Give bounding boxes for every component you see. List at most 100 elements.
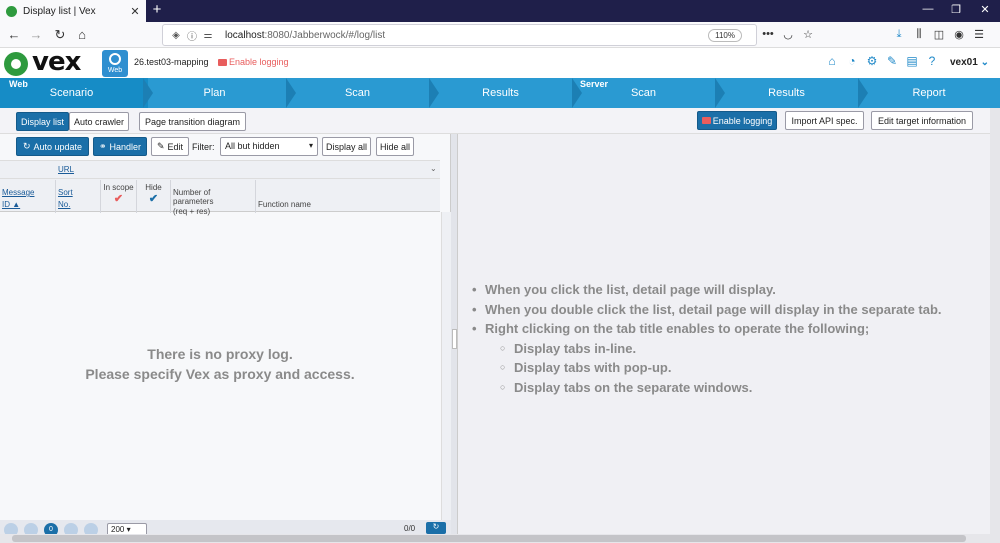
log-list-pane: ↻ Auto update ⚭ Handler ✎ Edit Filter: All …	[0, 134, 451, 537]
home-icon[interactable]: ⌂	[72, 25, 92, 45]
filter-select[interactable]: All but hidden ▾	[220, 137, 318, 156]
new-tab-icon[interactable]: +	[150, 1, 164, 18]
link-icon: ⚭	[98, 141, 107, 151]
refresh-icon[interactable]: ↻	[426, 522, 446, 534]
bookmark-star-icon[interactable]: ☆	[798, 24, 818, 44]
step-results-server[interactable]: Results	[715, 78, 858, 108]
pane-splitter[interactable]	[451, 134, 458, 534]
wrench-icon[interactable]: ✎	[882, 54, 902, 68]
record-count: 0/0	[404, 524, 416, 533]
reload-icon[interactable]: ↻	[50, 25, 70, 45]
close-icon[interactable]: ✕	[128, 5, 142, 18]
display-list-tab[interactable]: Display list	[16, 112, 69, 131]
sub-hint-item: Display tabs with pop-up.	[472, 358, 942, 378]
step-scan-web[interactable]: Scan	[286, 78, 429, 108]
page-vertical-scrollbar[interactable]	[990, 108, 1000, 534]
library-icon[interactable]: ⫼	[909, 24, 929, 44]
page-actions-icon[interactable]: •••	[758, 24, 778, 44]
window-close-icon[interactable]: ✕	[975, 3, 995, 16]
step-plan[interactable]: Plan	[143, 78, 286, 108]
url-text: localhost:8080/Jabberwock/#/log/list	[225, 29, 386, 41]
step-scenario[interactable]: Scenario	[0, 78, 143, 108]
pager: 0 200 ▾ 0/0 ↻	[0, 520, 451, 537]
splitter-handle[interactable]	[452, 329, 457, 349]
book-icon[interactable]: ▤	[902, 54, 922, 68]
page-transition-diagram-tab[interactable]: Page transition diagram	[139, 112, 246, 131]
dashboard-icon[interactable]: ◔	[842, 54, 862, 68]
shield-icon[interactable]: ◈	[169, 30, 183, 41]
hint-item: Right clicking on the tab title enables …	[472, 319, 942, 339]
minimize-icon[interactable]: —	[918, 3, 938, 15]
display-all-button[interactable]: Display all	[322, 137, 371, 156]
browser-tab-strip: Display list | Vex ✕ + — ❐ ✕	[0, 0, 1000, 22]
chevron-down-icon[interactable]: ⌄	[430, 164, 437, 173]
in-scope-column-header[interactable]: In scope ✔	[101, 180, 137, 213]
user-menu[interactable]: vex01 ⌄	[950, 57, 989, 68]
sub-hint-item: Display tabs in-line.	[472, 339, 942, 359]
browser-tab[interactable]: Display list | Vex ✕	[0, 0, 146, 22]
home-icon[interactable]: ⌂	[822, 54, 842, 68]
download-icon[interactable]: ⤓	[889, 24, 909, 44]
chevron-down-icon: ▾	[308, 141, 313, 150]
hint-item: When you double click the list, detail p…	[472, 300, 942, 320]
web-mode-badge[interactable]: Web	[102, 50, 128, 77]
list-scrollbar[interactable]	[441, 212, 451, 520]
web-badge-label: Web	[107, 67, 123, 74]
main-toolbar: Display list Auto crawler Page transitio…	[0, 108, 1000, 134]
camera-icon	[218, 58, 227, 66]
sub-hints-wrapper: Display tabs in-line. Display tabs with …	[472, 339, 942, 398]
url-header-row: URL ⌄	[0, 161, 440, 179]
edit-target-info-button[interactable]: Edit target information	[871, 111, 973, 130]
back-icon[interactable]: ←	[4, 25, 24, 45]
empty-log-message: There is no proxy log. Please specify Ve…	[85, 346, 355, 382]
header-enable-logging[interactable]: Enable logging	[218, 57, 289, 67]
auto-crawler-tab[interactable]: Auto crawler	[69, 112, 129, 131]
chevron-down-icon: ▾	[126, 525, 131, 534]
logo-text: vex	[32, 47, 81, 77]
import-api-spec-button[interactable]: Import API spec.	[785, 111, 864, 130]
hide-column-header[interactable]: Hide ✔	[137, 180, 171, 213]
step-report[interactable]: Report	[858, 78, 1000, 108]
step-results-web[interactable]: Results	[429, 78, 572, 108]
hint-item: When you click the list, detail page wil…	[472, 280, 942, 300]
zoom-level[interactable]: 110%	[708, 29, 742, 42]
auto-update-button[interactable]: ↻ Auto update	[16, 137, 89, 156]
hide-all-button[interactable]: Hide all	[376, 137, 414, 156]
num-params-column-header: Number of parameters (req + res)	[171, 180, 256, 216]
menu-icon[interactable]: ☰	[969, 24, 989, 44]
restore-icon[interactable]: ❐	[946, 3, 966, 16]
check-icon[interactable]: ✔	[139, 192, 168, 205]
detail-pane: When you click the list, detail page wil…	[458, 134, 990, 534]
account-icon[interactable]: ◉	[949, 24, 969, 44]
help-icon[interactable]: ?	[922, 54, 942, 68]
url-bar[interactable]: ◈ ⓘ ⚌ localhost:8080/Jabberwock/#/log/li…	[162, 24, 757, 46]
browser-tab-title: Display list | Vex	[23, 5, 96, 17]
sort-no-column-header[interactable]: Sort No.	[56, 180, 101, 213]
gear-icon[interactable]: ⚙	[862, 54, 882, 68]
edit-icon: ✎	[156, 141, 165, 151]
project-name[interactable]: 26.test03-mapping	[134, 57, 209, 67]
edit-button[interactable]: ✎ Edit	[151, 137, 189, 156]
pocket-icon[interactable]: ◡	[778, 24, 798, 44]
camera-icon	[701, 117, 711, 124]
log-table-header: URL ⌄ Message ID ▲ Sort No. In scope ✔ H…	[0, 160, 440, 216]
browser-navbar: ← → ↻ ⌂ ◈ ⓘ ⚌ localhost:8080/Jabberwock/…	[0, 22, 1000, 48]
message-id-column-header[interactable]: Message ID ▲	[0, 180, 56, 213]
forward-icon[interactable]: →	[26, 25, 46, 45]
step-scan-server[interactable]: Scan	[572, 78, 715, 108]
check-icon[interactable]: ✔	[103, 192, 134, 205]
enable-logging-button[interactable]: Enable logging	[697, 111, 777, 130]
info-icon[interactable]: ⓘ	[185, 28, 199, 43]
app-header: vex Web 26.test03-mapping Enable logging…	[0, 47, 1000, 78]
globe-icon	[109, 53, 121, 65]
page-horizontal-scrollbar[interactable]	[0, 534, 1000, 543]
sidebar-icon[interactable]: ◫	[929, 24, 949, 44]
list-toolbar: ↻ Auto update ⚭ Handler ✎ Edit Filter: All …	[0, 134, 451, 160]
scroll-thumb[interactable]	[12, 535, 966, 542]
step-navigation: Web Server Scenario Plan Scan Results Sc…	[0, 78, 1000, 108]
url-column-header[interactable]: URL	[58, 165, 74, 174]
usage-hints: When you click the list, detail page wil…	[472, 280, 942, 397]
header-enable-logging-label: Enable logging	[229, 57, 289, 67]
handler-button[interactable]: ⚭ Handler	[93, 137, 147, 156]
permissions-icon[interactable]: ⚌	[201, 30, 215, 41]
